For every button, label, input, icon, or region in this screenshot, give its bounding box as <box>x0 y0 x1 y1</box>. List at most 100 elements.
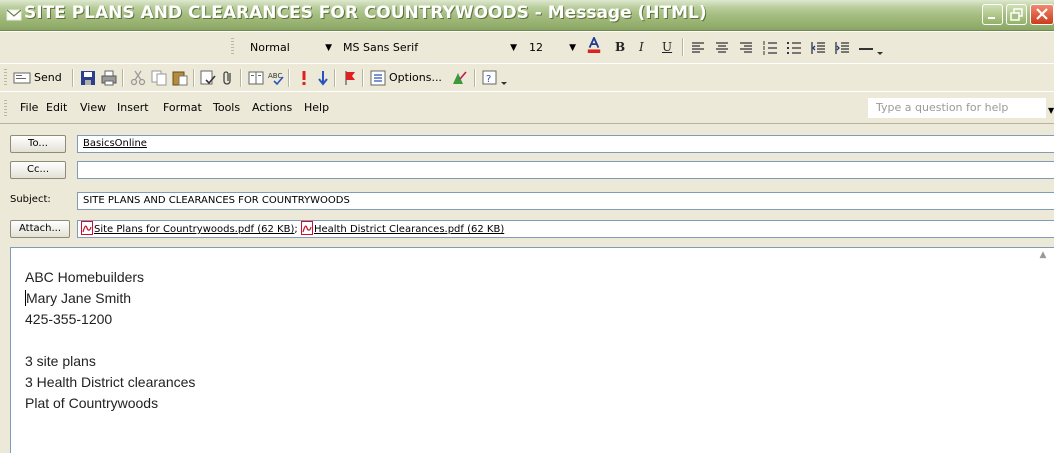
menu-format[interactable]: Format <box>163 101 202 114</box>
menu-edit[interactable]: Edit <box>46 101 67 114</box>
bullets-icon[interactable] <box>786 40 802 56</box>
toolbar-separator <box>72 69 74 87</box>
body-line: Plat of Countrywoods <box>25 395 159 411</box>
attachments-field[interactable]: Site Plans for Countrywoods.pdf (62 KB);… <box>77 220 1054 238</box>
dropdown-arrow-icon: ▼ <box>569 43 576 53</box>
size-combo[interactable]: 12 ▼ <box>524 39 579 57</box>
toolbar-grip[interactable] <box>231 38 234 54</box>
low-importance-icon[interactable] <box>315 70 331 86</box>
bold-button[interactable]: B <box>615 39 625 55</box>
menu-actions[interactable]: Actions <box>252 101 292 114</box>
toolbar-separator <box>193 69 195 87</box>
body-line: Mary Jane Smith <box>26 290 132 306</box>
attachment-item[interactable]: Site Plans for Countrywoods.pdf (62 KB) <box>94 224 294 235</box>
send-icon <box>13 72 31 84</box>
menu-insert[interactable]: Insert <box>117 101 149 114</box>
ask-question-input[interactable]: Type a question for help <box>868 98 1046 118</box>
to-field[interactable]: BasicsOnline <box>77 135 1054 153</box>
to-recipient[interactable]: BasicsOnline <box>83 138 147 149</box>
to-button[interactable]: To... <box>10 135 66 153</box>
flag-icon[interactable] <box>342 70 358 86</box>
dropdown-arrow-icon[interactable]: ▼ <box>1048 106 1054 115</box>
attachment-separator: ; <box>294 224 298 235</box>
signature-icon[interactable] <box>451 70 467 86</box>
minimize-icon <box>988 17 995 19</box>
dropdown-arrow-icon: ▼ <box>510 43 517 53</box>
check-names-icon[interactable] <box>200 70 216 86</box>
address-book-icon[interactable] <box>248 70 264 86</box>
options-button[interactable]: Options... <box>370 69 446 87</box>
toolbar-grip[interactable] <box>4 69 7 85</box>
toolbar-separator <box>474 69 476 87</box>
font-value: MS Sans Serif <box>343 41 419 54</box>
body-line: 3 site plans <box>25 353 96 369</box>
options-icon <box>370 70 386 86</box>
menu-tools[interactable]: Tools <box>213 101 240 114</box>
title-bar[interactable]: SITE PLANS AND CLEARANCES FOR COUNTRYWOO… <box>0 0 1054 31</box>
toolbar-options-icon[interactable] <box>500 70 508 86</box>
menu-view[interactable]: View <box>80 101 106 114</box>
align-left-icon[interactable] <box>690 40 706 56</box>
copy-icon[interactable] <box>151 70 167 86</box>
cc-field[interactable] <box>77 161 1054 179</box>
close-icon <box>1036 8 1048 20</box>
subject-label: Subject: <box>10 194 51 205</box>
send-button[interactable]: Send <box>13 69 69 87</box>
scroll-up-arrow-icon[interactable]: ▲ <box>1036 250 1050 264</box>
toolbar-separator <box>288 69 290 87</box>
attach-button[interactable]: Attach... <box>10 220 70 238</box>
toolbar-separator <box>362 69 364 87</box>
menu-file[interactable]: File <box>20 101 38 114</box>
close-button[interactable] <box>1030 4 1054 25</box>
pdf-icon <box>300 221 313 235</box>
svg-text:ABC: ABC <box>268 72 282 80</box>
align-center-icon[interactable] <box>714 40 730 56</box>
font-color-icon[interactable] <box>586 37 602 53</box>
menu-help[interactable]: Help <box>304 101 329 114</box>
standard-toolbar: Send ABC Options... ? <box>0 63 1054 91</box>
high-importance-icon[interactable] <box>296 70 312 86</box>
body-line: 3 Health District clearances <box>25 374 196 390</box>
body-line-with-caret: Mary Jane Smith <box>25 288 195 309</box>
send-label: Send <box>34 71 62 84</box>
toolbar-options-icon[interactable] <box>876 40 884 56</box>
maximize-button[interactable] <box>1006 4 1027 25</box>
formatting-toolbar: Normal ▼ MS Sans Serif ▼ 12 ▼ B I U <box>0 31 1054 63</box>
subject-field[interactable]: SITE PLANS AND CLEARANCES FOR COUNTRYWOO… <box>77 192 1054 210</box>
pdf-icon <box>81 221 93 235</box>
style-value: Normal <box>250 41 290 54</box>
paste-icon[interactable] <box>172 70 188 86</box>
menu-bar: File Edit View Insert Format Tools Actio… <box>0 91 1054 124</box>
body-line: 425-355-1200 <box>25 311 113 327</box>
style-combo[interactable]: Normal ▼ <box>245 39 335 57</box>
cc-button[interactable]: Cc... <box>10 161 66 179</box>
print-icon[interactable] <box>101 70 117 86</box>
horizontal-line-icon[interactable] <box>858 40 874 56</box>
toolbar-separator <box>122 69 124 87</box>
envelope-icon <box>6 9 22 21</box>
svg-text:?: ? <box>486 74 491 85</box>
body-line <box>25 330 195 351</box>
numbering-icon[interactable] <box>762 40 778 56</box>
attach-icon[interactable] <box>220 70 236 86</box>
body-line: ABC Homebuilders <box>25 269 145 285</box>
decrease-indent-icon[interactable] <box>810 40 826 56</box>
toolbar-grip[interactable] <box>4 100 7 116</box>
help-icon[interactable]: ? <box>482 70 498 86</box>
spelling-icon[interactable]: ABC <box>268 70 284 86</box>
italic-button[interactable]: I <box>639 39 644 55</box>
toolbar-separator <box>240 69 242 87</box>
message-text[interactable]: ABC Homebuilders Mary Jane Smith 425-355… <box>25 267 195 414</box>
message-body[interactable]: ABC Homebuilders Mary Jane Smith 425-355… <box>10 247 1054 453</box>
maximize-icon <box>1010 8 1023 21</box>
font-combo[interactable]: MS Sans Serif ▼ <box>338 39 520 57</box>
increase-indent-icon[interactable] <box>834 40 850 56</box>
underline-button[interactable]: U <box>662 39 672 55</box>
minimize-button[interactable] <box>982 4 1003 25</box>
save-icon[interactable] <box>80 70 96 86</box>
cut-icon[interactable] <box>130 70 146 86</box>
window-title: SITE PLANS AND CLEARANCES FOR COUNTRYWOO… <box>24 3 707 23</box>
attachment-item[interactable]: Health District Clearances.pdf (62 KB) <box>314 224 504 235</box>
align-right-icon[interactable] <box>738 40 754 56</box>
size-value: 12 <box>529 41 543 54</box>
